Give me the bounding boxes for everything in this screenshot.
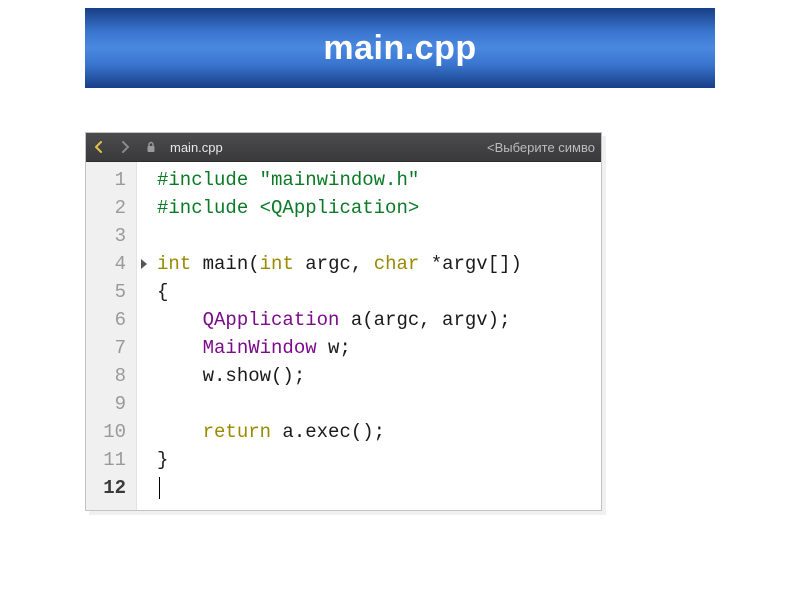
line-number: 8 bbox=[96, 362, 126, 390]
code-line[interactable]: #include <QApplication> bbox=[157, 194, 601, 222]
line-number: 4 bbox=[96, 250, 126, 278]
fold-marker bbox=[137, 166, 151, 194]
code-line[interactable]: return a.exec(); bbox=[157, 418, 601, 446]
line-number: 10 bbox=[96, 418, 126, 446]
text-caret bbox=[159, 477, 160, 499]
fold-marker bbox=[137, 362, 151, 390]
code-editor: main.cpp Выберите симво 123456789101112 … bbox=[85, 132, 602, 511]
code-line[interactable]: QApplication a(argc, argv); bbox=[157, 306, 601, 334]
lock-icon[interactable] bbox=[142, 138, 160, 156]
fold-marker bbox=[137, 250, 151, 278]
open-file-name: main.cpp bbox=[170, 140, 223, 155]
code-line[interactable]: w.show(); bbox=[157, 362, 601, 390]
code-text[interactable]: #include "mainwindow.h"#include <QApplic… bbox=[151, 162, 601, 510]
line-number: 5 bbox=[96, 278, 126, 306]
fold-marker bbox=[137, 418, 151, 446]
nav-forward-icon[interactable] bbox=[116, 138, 134, 156]
nav-back-icon[interactable] bbox=[90, 138, 108, 156]
code-line[interactable] bbox=[157, 474, 601, 502]
slide-title: main.cpp bbox=[85, 8, 715, 88]
code-line[interactable]: { bbox=[157, 278, 601, 306]
symbol-picker[interactable]: Выберите симво bbox=[487, 140, 595, 155]
line-number: 9 bbox=[96, 390, 126, 418]
line-number: 1 bbox=[96, 166, 126, 194]
fold-marker bbox=[137, 222, 151, 250]
line-number: 11 bbox=[96, 446, 126, 474]
line-number: 12 bbox=[96, 474, 126, 502]
line-number: 3 bbox=[96, 222, 126, 250]
fold-triangle-icon[interactable] bbox=[141, 259, 147, 269]
code-line[interactable] bbox=[157, 222, 601, 250]
code-line[interactable]: int main(int argc, char *argv[]) bbox=[157, 250, 601, 278]
fold-marker bbox=[137, 278, 151, 306]
line-number: 2 bbox=[96, 194, 126, 222]
fold-marker bbox=[137, 306, 151, 334]
fold-marker bbox=[137, 194, 151, 222]
code-line[interactable]: } bbox=[157, 446, 601, 474]
fold-marker bbox=[137, 446, 151, 474]
line-number-gutter: 123456789101112 bbox=[86, 162, 137, 510]
code-line[interactable]: MainWindow w; bbox=[157, 334, 601, 362]
line-number: 7 bbox=[96, 334, 126, 362]
fold-marker bbox=[137, 334, 151, 362]
code-line[interactable] bbox=[157, 390, 601, 418]
editor-toolbar: main.cpp Выберите симво bbox=[86, 133, 601, 162]
slide-title-text: main.cpp bbox=[323, 29, 476, 68]
code-area[interactable]: 123456789101112 #include "mainwindow.h"#… bbox=[86, 162, 601, 510]
fold-marker bbox=[137, 390, 151, 418]
line-number: 6 bbox=[96, 306, 126, 334]
code-line[interactable]: #include "mainwindow.h" bbox=[157, 166, 601, 194]
fold-gutter bbox=[137, 162, 151, 510]
fold-marker bbox=[137, 474, 151, 502]
